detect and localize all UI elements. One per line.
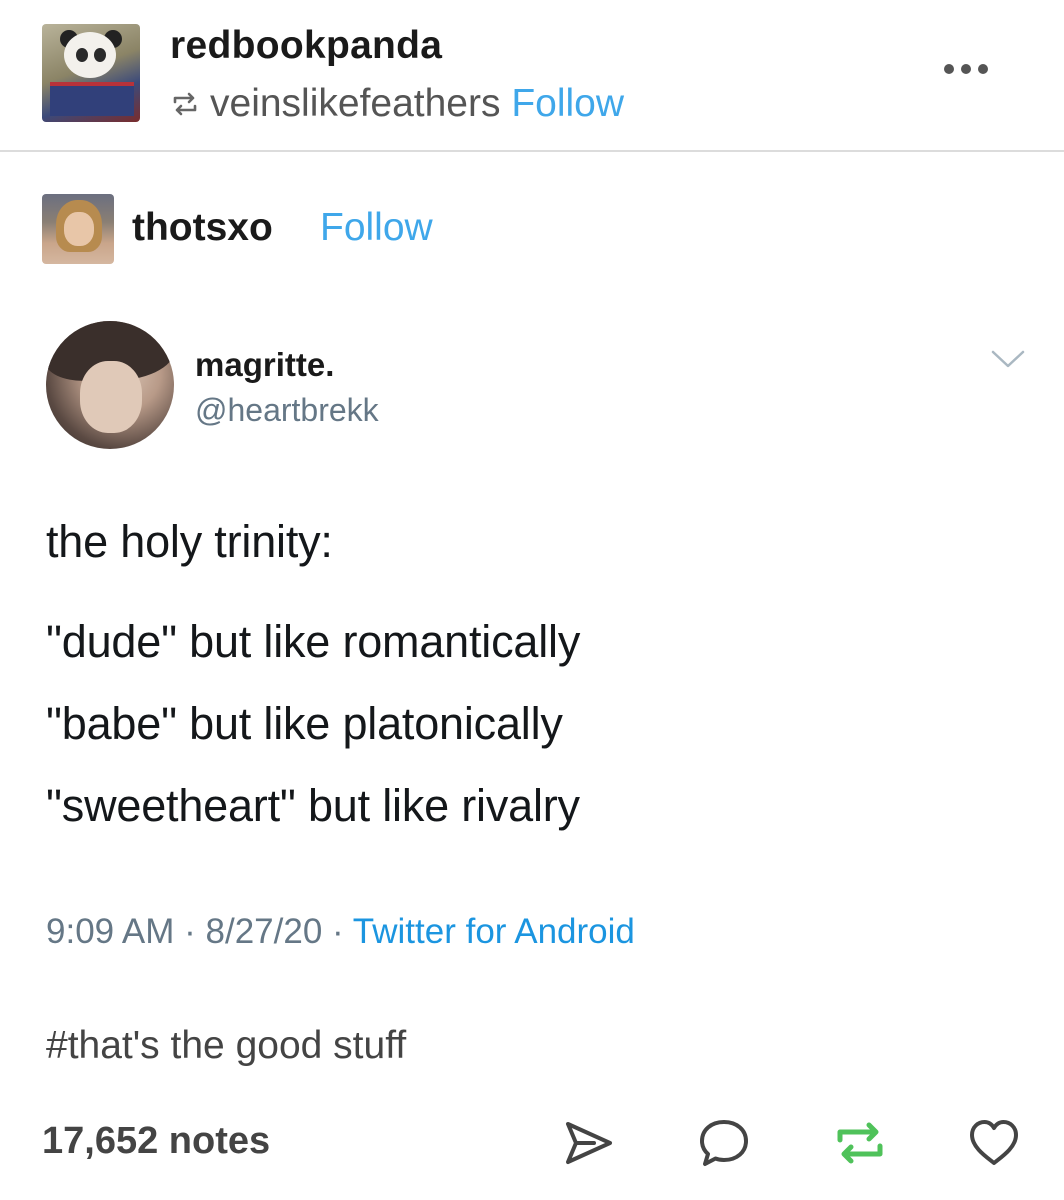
- reblog-follow-button[interactable]: Follow: [320, 206, 433, 250]
- tweet-text-line: "dude" but like romantically: [46, 616, 581, 667]
- reblog-icon[interactable]: [832, 1116, 888, 1170]
- tweet-avatar: [46, 321, 174, 449]
- meta-separator: ·: [322, 912, 353, 951]
- divider: [0, 150, 1064, 152]
- tweet-source: Twitter for Android: [352, 912, 635, 951]
- tweet-time: 9:09 AM: [46, 912, 175, 951]
- meta-separator: ·: [174, 912, 206, 951]
- reply-icon[interactable]: [696, 1116, 752, 1170]
- like-icon[interactable]: [966, 1116, 1022, 1170]
- post-tag[interactable]: #that's the good stuff: [46, 1024, 406, 1068]
- tweet-text-line: "babe" but like platonically: [46, 698, 563, 749]
- more-horizontal-icon[interactable]: [944, 64, 988, 74]
- reblog-user-avatar[interactable]: [42, 194, 114, 264]
- tweet-text-line: "sweetheart" but like rivalry: [46, 780, 580, 831]
- notes-count[interactable]: 17,652 notes: [42, 1120, 270, 1163]
- blog-name[interactable]: redbookpanda: [170, 24, 442, 68]
- reblogged-from-name[interactable]: veinslikefeathers: [210, 82, 500, 126]
- blog-avatar[interactable]: [42, 24, 140, 122]
- tweet-date: 8/27/20: [205, 912, 323, 951]
- tweet-handle: @heartbrekk: [195, 392, 379, 428]
- reblog-attribution: veinslikefeathers Follow: [170, 82, 624, 126]
- tweet-meta: 9:09 AM · 8/27/20 · Twitter for Android: [46, 912, 635, 952]
- follow-button[interactable]: Follow: [511, 82, 624, 126]
- tweet-display-name: magritte.: [195, 346, 335, 383]
- reblog-small-icon: [173, 92, 197, 116]
- tweet-text-line: the holy trinity:: [46, 516, 333, 567]
- reblog-user-name[interactable]: thotsxo: [132, 206, 273, 250]
- chevron-down-icon: [991, 350, 1025, 368]
- share-icon[interactable]: [560, 1116, 616, 1170]
